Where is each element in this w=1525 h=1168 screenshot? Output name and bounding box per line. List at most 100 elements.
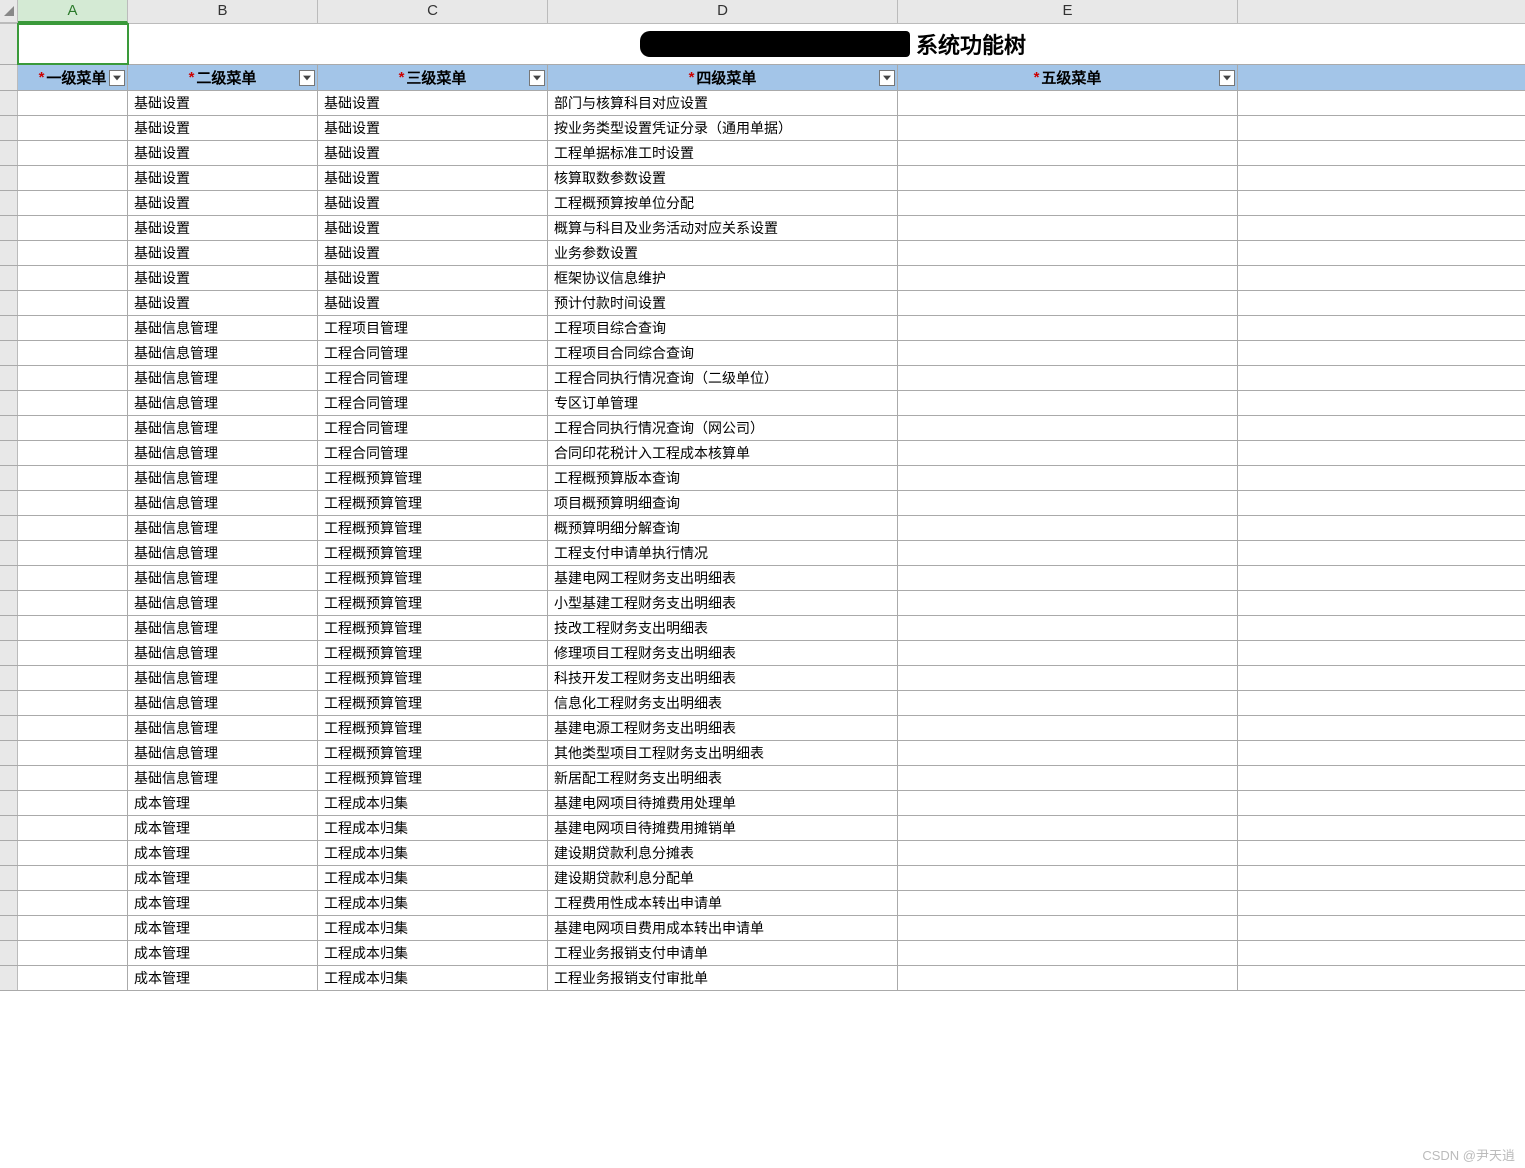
row-header[interactable] <box>0 541 18 565</box>
row-header[interactable] <box>0 741 18 765</box>
cell-d[interactable]: 概预算明细分解查询 <box>548 516 898 540</box>
cell-c[interactable]: 工程概预算管理 <box>318 516 548 540</box>
cell-e[interactable] <box>898 841 1238 865</box>
column-header-e[interactable]: E <box>898 0 1238 23</box>
cell-e[interactable] <box>898 766 1238 790</box>
cell-empty[interactable] <box>1238 416 1525 440</box>
cell-empty[interactable] <box>1238 741 1525 765</box>
cell-empty[interactable] <box>1238 516 1525 540</box>
cell-empty[interactable] <box>1238 266 1525 290</box>
cell-a[interactable] <box>18 816 128 840</box>
row-header[interactable] <box>0 841 18 865</box>
row-header[interactable] <box>0 691 18 715</box>
cell-c[interactable]: 工程概预算管理 <box>318 591 548 615</box>
cell-b[interactable]: 基础信息管理 <box>128 516 318 540</box>
cell-empty[interactable] <box>1238 116 1525 140</box>
cell-e[interactable] <box>898 191 1238 215</box>
cell-a[interactable] <box>18 241 128 265</box>
cell-a[interactable] <box>18 866 128 890</box>
cell-e[interactable] <box>898 166 1238 190</box>
row-header[interactable] <box>0 616 18 640</box>
cell-a[interactable] <box>18 616 128 640</box>
row-header[interactable] <box>0 391 18 415</box>
cell-empty[interactable] <box>1238 791 1525 815</box>
cell-b[interactable]: 基础设置 <box>128 116 318 140</box>
cell-e[interactable] <box>898 316 1238 340</box>
cell-d[interactable]: 概算与科目及业务活动对应关系设置 <box>548 216 898 240</box>
cell-empty[interactable] <box>1238 241 1525 265</box>
row-header[interactable] <box>0 866 18 890</box>
cell-c[interactable]: 工程成本归集 <box>318 841 548 865</box>
row-header[interactable] <box>0 24 18 64</box>
cell-empty[interactable] <box>1238 616 1525 640</box>
cell-empty[interactable] <box>1238 566 1525 590</box>
row-header[interactable] <box>0 141 18 165</box>
row-header[interactable] <box>0 766 18 790</box>
row-header[interactable] <box>0 641 18 665</box>
row-header[interactable] <box>0 216 18 240</box>
cell-c[interactable]: 工程概预算管理 <box>318 466 548 490</box>
cell-b[interactable]: 基础信息管理 <box>128 341 318 365</box>
cell-d[interactable]: 工程费用性成本转出申请单 <box>548 891 898 915</box>
cell-b[interactable]: 基础信息管理 <box>128 591 318 615</box>
cell-d[interactable]: 工程业务报销支付审批单 <box>548 966 898 990</box>
column-header-b[interactable]: B <box>128 0 318 23</box>
cell-e[interactable] <box>898 516 1238 540</box>
cell-empty[interactable] <box>1238 316 1525 340</box>
row-header[interactable] <box>0 591 18 615</box>
cell-b[interactable]: 基础信息管理 <box>128 541 318 565</box>
cell-a[interactable] <box>18 91 128 115</box>
cell-d[interactable]: 工程合同执行情况查询（二级单位） <box>548 366 898 390</box>
cell-b[interactable]: 成本管理 <box>128 816 318 840</box>
cell-d[interactable]: 基建电源工程财务支出明细表 <box>548 716 898 740</box>
cell-a[interactable] <box>18 441 128 465</box>
cell-b[interactable]: 基础信息管理 <box>128 391 318 415</box>
cell-a[interactable] <box>18 491 128 515</box>
cell-empty[interactable] <box>1238 191 1525 215</box>
cell-c[interactable]: 基础设置 <box>318 141 548 165</box>
cell-b[interactable]: 基础信息管理 <box>128 441 318 465</box>
row-header[interactable] <box>0 341 18 365</box>
cell-empty[interactable] <box>1238 716 1525 740</box>
cell-b[interactable]: 基础设置 <box>128 191 318 215</box>
cell-e[interactable] <box>898 241 1238 265</box>
cell-b[interactable]: 基础设置 <box>128 291 318 315</box>
cell-e[interactable] <box>898 291 1238 315</box>
cell-d[interactable]: 工程项目综合查询 <box>548 316 898 340</box>
row-header[interactable] <box>0 116 18 140</box>
row-header[interactable] <box>0 566 18 590</box>
cell-d[interactable]: 新居配工程财务支出明细表 <box>548 766 898 790</box>
row-header[interactable] <box>0 491 18 515</box>
cell-b[interactable]: 基础信息管理 <box>128 716 318 740</box>
cell-c[interactable]: 工程概预算管理 <box>318 691 548 715</box>
cell-e[interactable] <box>898 141 1238 165</box>
cell-c[interactable]: 工程成本归集 <box>318 816 548 840</box>
cell-empty[interactable] <box>1238 966 1525 990</box>
row-header[interactable] <box>0 65 18 90</box>
cell-e[interactable] <box>898 916 1238 940</box>
cell-a[interactable] <box>18 766 128 790</box>
cell-b[interactable]: 基础信息管理 <box>128 766 318 790</box>
cell-e[interactable] <box>898 591 1238 615</box>
cell-empty[interactable] <box>1238 216 1525 240</box>
cell-b[interactable]: 基础设置 <box>128 141 318 165</box>
cell-a[interactable] <box>18 741 128 765</box>
cell-a[interactable] <box>18 716 128 740</box>
sheet-title-cell[interactable]: 系统功能树 <box>128 24 1525 64</box>
row-header[interactable] <box>0 91 18 115</box>
cell-d[interactable]: 其他类型项目工程财务支出明细表 <box>548 741 898 765</box>
cell-d[interactable]: 科技开发工程财务支出明细表 <box>548 666 898 690</box>
cell-b[interactable]: 基础信息管理 <box>128 616 318 640</box>
cell-c[interactable]: 工程概预算管理 <box>318 766 548 790</box>
cell-c[interactable]: 基础设置 <box>318 116 548 140</box>
cell-a[interactable] <box>18 641 128 665</box>
cell-empty[interactable] <box>1238 541 1525 565</box>
cell-d[interactable]: 预计付款时间设置 <box>548 291 898 315</box>
cell-e[interactable] <box>898 391 1238 415</box>
cell-empty[interactable] <box>1238 591 1525 615</box>
cell-d[interactable]: 建设期贷款利息分摊表 <box>548 841 898 865</box>
row-header[interactable] <box>0 516 18 540</box>
cell-c[interactable]: 基础设置 <box>318 291 548 315</box>
cell-c[interactable]: 工程成本归集 <box>318 966 548 990</box>
filter-dropdown-button[interactable] <box>529 70 545 86</box>
